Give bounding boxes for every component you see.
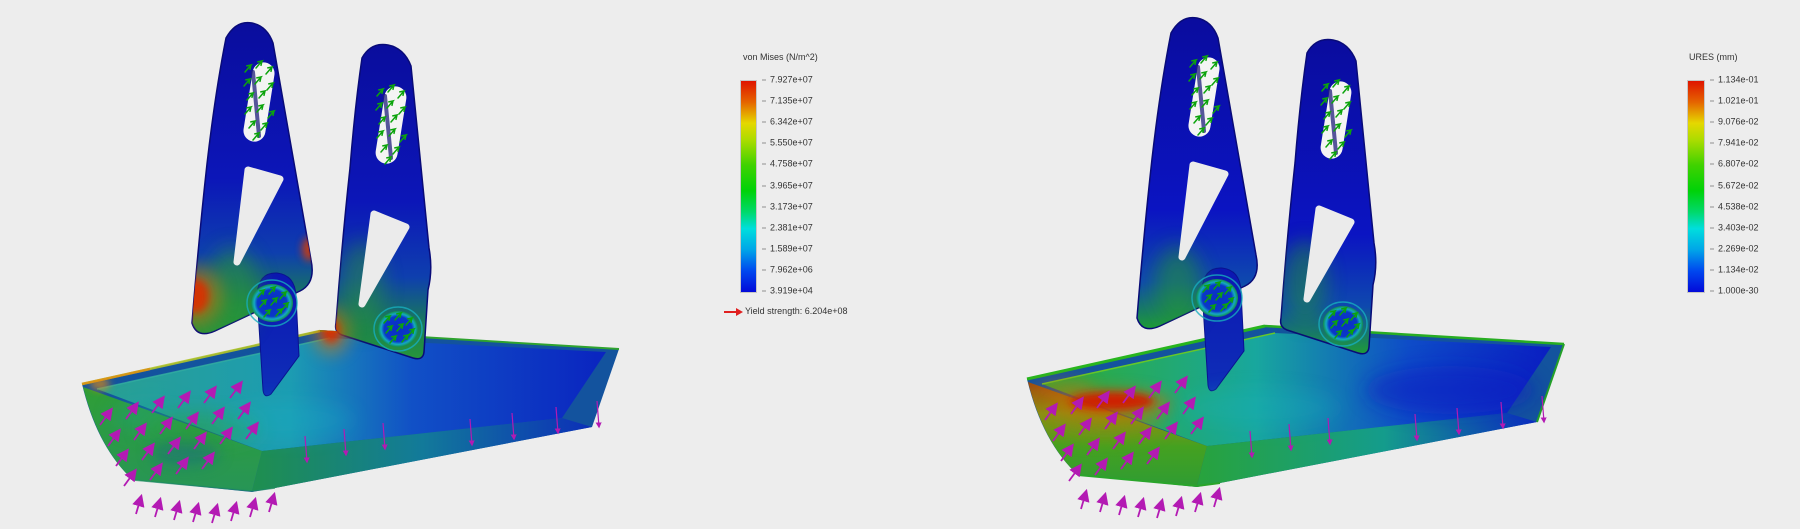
legend-value: 4.758e+07	[762, 159, 813, 170]
scale-tick	[1710, 186, 1714, 187]
legend-title: URES (mm)	[1689, 52, 1738, 63]
scale-tick	[762, 80, 766, 81]
legend-value: 6.807e-02	[1710, 159, 1759, 170]
scale-tick	[1710, 164, 1714, 165]
legend-value: 1.000e-30	[1710, 286, 1759, 297]
yield-strength-note: Yield strength: 6.204e+08	[724, 306, 848, 317]
von-mises-model[interactable]	[82, 23, 619, 523]
scale-tick	[762, 249, 766, 250]
legend-value: 9.076e-02	[1710, 117, 1759, 128]
legend-value: 5.550e+07	[762, 138, 813, 149]
legend-value: 3.919e+04	[762, 286, 813, 297]
scale-tick	[762, 101, 766, 102]
scale-tick	[762, 291, 766, 292]
legend-value: 7.927e+07	[762, 75, 813, 86]
scale-tick	[1710, 249, 1714, 250]
scale-tick	[762, 270, 766, 271]
simulation-viewport[interactable]	[0, 0, 1800, 529]
scale-tick	[1710, 143, 1714, 144]
scale-tick	[1710, 228, 1714, 229]
scale-tick	[1710, 270, 1714, 271]
legend-value: 1.021e-01	[1710, 96, 1759, 107]
scale-tick	[1710, 207, 1714, 208]
legend-value: 2.381e+07	[762, 223, 813, 234]
scale-tick	[1710, 122, 1714, 123]
color-scale-bar	[1687, 80, 1705, 293]
legend-value: 3.403e-02	[1710, 223, 1759, 234]
yield-strength-arrow-icon	[724, 311, 736, 313]
displacement-model[interactable]	[1027, 18, 1564, 518]
legend-value: 7.941e-02	[1710, 138, 1759, 149]
color-scale-bar	[740, 80, 757, 293]
ures-legend: URES (mm) 1.134e-01 1.021e-01 9.076e-02 …	[1685, 52, 1738, 293]
legend-value: 6.342e+07	[762, 117, 813, 128]
legend-value: 4.538e-02	[1710, 202, 1759, 213]
legend-value: 1.134e-02	[1710, 265, 1759, 276]
von-mises-legend: von Mises (N/m^2) 7.927e+07 7.135e+07 6.…	[738, 52, 818, 293]
legend-title: von Mises (N/m^2)	[743, 52, 818, 63]
legend-value: 5.672e-02	[1710, 181, 1759, 192]
scale-tick	[762, 207, 766, 208]
scale-tick	[762, 228, 766, 229]
scale-tick	[1710, 101, 1714, 102]
legend-value: 2.269e-02	[1710, 244, 1759, 255]
legend-value: 7.962e+06	[762, 265, 813, 276]
scale-tick	[762, 143, 766, 144]
scale-tick	[762, 186, 766, 187]
scale-tick	[1710, 291, 1714, 292]
scale-tick	[1710, 80, 1714, 81]
legend-value: 1.134e-01	[1710, 75, 1759, 86]
legend-value: 3.965e+07	[762, 181, 813, 192]
scale-tick	[762, 122, 766, 123]
legend-value: 1.589e+07	[762, 244, 813, 255]
legend-value: 3.173e+07	[762, 202, 813, 213]
scale-tick	[762, 164, 766, 165]
legend-value: 7.135e+07	[762, 96, 813, 107]
